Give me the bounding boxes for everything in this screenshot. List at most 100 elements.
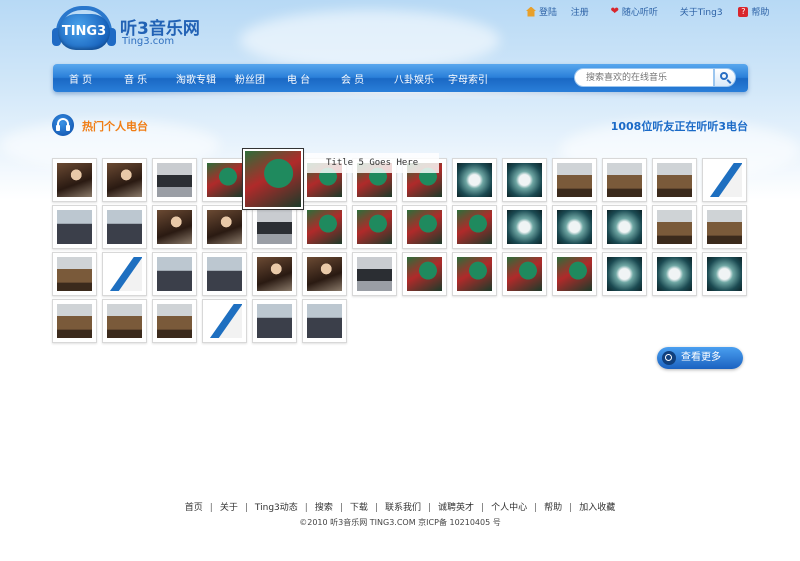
radio-thumbnail[interactable] <box>602 205 647 249</box>
radio-thumbnail[interactable] <box>202 252 247 296</box>
thumbnail-image-house <box>57 257 92 291</box>
radio-thumbnail[interactable] <box>552 205 597 249</box>
thumbnail-image-people <box>257 257 292 291</box>
footer-link[interactable]: 首页 <box>185 503 203 513</box>
footer-link[interactable]: 下载 <box>350 503 368 513</box>
thumbnail-image-flower <box>707 257 742 291</box>
radio-thumbnail[interactable] <box>152 158 197 202</box>
footer-link[interactable]: Ting3动态 <box>255 503 298 513</box>
radio-thumbnail[interactable] <box>502 205 547 249</box>
nav-gossip[interactable]: 八卦娱乐 <box>394 71 434 86</box>
footer-link[interactable]: 诚聘英才 <box>438 503 474 513</box>
thumbnail-image-people <box>207 210 242 244</box>
radio-thumbnail[interactable] <box>702 205 747 249</box>
thumbnail-image-house <box>657 163 692 197</box>
radio-thumbnail[interactable] <box>252 299 297 343</box>
radio-thumbnail[interactable] <box>302 252 347 296</box>
radio-thumbnail[interactable] <box>102 158 147 202</box>
thumbnail-image-people <box>307 257 342 291</box>
radio-thumbnail[interactable] <box>352 252 397 296</box>
thumbnail-tooltip: Title 5 Goes Here <box>302 153 439 173</box>
radio-thumbnail[interactable] <box>102 252 147 296</box>
view-more-label: 查看更多 <box>681 352 721 363</box>
radio-thumbnail[interactable] <box>152 205 197 249</box>
radio-thumbnail[interactable] <box>52 158 97 202</box>
radio-thumbnail[interactable] <box>352 205 397 249</box>
thumbnail-image-biz <box>307 304 342 338</box>
about-link[interactable]: 关于Ting3 <box>680 5 723 18</box>
radio-thumbnail[interactable] <box>202 299 247 343</box>
nav-member[interactable]: 会 员 <box>341 71 364 86</box>
thumbnail-image-house <box>57 304 92 338</box>
footer-link[interactable]: 加入收藏 <box>579 503 615 513</box>
radio-thumbnail[interactable] <box>452 252 497 296</box>
radio-thumbnail[interactable] <box>52 252 97 296</box>
thumbnail-image-flower <box>507 210 542 244</box>
radio-thumbnail[interactable] <box>602 158 647 202</box>
headphone-icon <box>52 114 74 136</box>
radio-thumbnail[interactable] <box>652 252 697 296</box>
nav-fans[interactable]: 粉丝团 <box>235 71 265 86</box>
radio-thumbnail[interactable] <box>52 205 97 249</box>
radio-thumbnail[interactable] <box>702 158 747 202</box>
footer-link[interactable]: 帮助 <box>544 503 562 513</box>
footer-link[interactable]: 联系我们 <box>385 503 421 513</box>
site-logo[interactable]: TING3 听3音乐网 Ting3.com <box>52 6 222 58</box>
footer-link[interactable]: 关于 <box>220 503 238 513</box>
help-icon: ? <box>738 6 749 17</box>
nav-radio[interactable]: 电 台 <box>287 71 310 86</box>
radio-thumbnail[interactable] <box>402 205 447 249</box>
thumbnail-image-bird <box>357 210 392 244</box>
thumbnail-image-biz <box>207 257 242 291</box>
radio-thumbnail[interactable] <box>452 205 497 249</box>
radio-thumbnail[interactable] <box>252 205 297 249</box>
radio-thumbnail[interactable] <box>652 158 697 202</box>
register-link[interactable]: 注册 <box>571 5 589 18</box>
home-icon <box>526 6 536 17</box>
login-link[interactable]: 登陆 <box>539 5 557 18</box>
radio-thumbnail[interactable] <box>152 299 197 343</box>
radio-thumbnail[interactable] <box>652 205 697 249</box>
heart-icon: ❤ <box>610 5 619 17</box>
radio-thumbnail[interactable] <box>552 158 597 202</box>
radio-thumbnail[interactable] <box>602 252 647 296</box>
radio-thumbnail[interactable] <box>102 205 147 249</box>
footer-link[interactable]: 个人中心 <box>491 503 527 513</box>
radio-thumbnail[interactable] <box>552 252 597 296</box>
thumbnail-image-biz <box>107 210 142 244</box>
radio-thumbnail[interactable] <box>302 205 347 249</box>
nav-alpha-index[interactable]: 字母索引 <box>448 71 488 86</box>
search-input[interactable] <box>574 68 714 87</box>
nav-albums[interactable]: 淘歌专辑 <box>176 71 216 86</box>
radio-thumbnail[interactable] <box>452 158 497 202</box>
site-url: Ting3.com <box>122 36 175 47</box>
radio-thumbnail[interactable] <box>302 299 347 343</box>
thumbnail-image-flower <box>457 163 492 197</box>
radio-thumbnail[interactable] <box>242 148 304 210</box>
thumbnail-image-bird <box>207 163 242 197</box>
nav-home[interactable]: 首 页 <box>69 71 92 86</box>
radio-thumbnail[interactable] <box>152 252 197 296</box>
thumbnail-image-brochure <box>707 163 742 197</box>
thumbnail-image-flower <box>657 257 692 291</box>
radio-thumbnail[interactable] <box>502 252 547 296</box>
random-listen-link[interactable]: 随心听听 <box>622 5 658 18</box>
radio-thumbnail[interactable] <box>202 205 247 249</box>
radio-thumbnail[interactable] <box>502 158 547 202</box>
thumbnail-image-flower <box>557 210 592 244</box>
nav-music[interactable]: 音 乐 <box>124 71 147 86</box>
radio-thumbnail[interactable] <box>102 299 147 343</box>
footer-link[interactable]: 搜索 <box>315 503 333 513</box>
help-link[interactable]: 帮助 <box>751 5 769 18</box>
radio-thumbnail[interactable] <box>402 252 447 296</box>
thumbnail-image-people <box>57 163 92 197</box>
radio-thumbnail[interactable] <box>702 252 747 296</box>
view-more-button[interactable]: 查看更多 <box>657 347 743 369</box>
radio-thumbnail[interactable] <box>52 299 97 343</box>
top-links: 登陆 注册 ❤ 随心听听 关于Ting3 ? 帮助 <box>526 5 769 19</box>
radio-thumbnail[interactable] <box>202 158 247 202</box>
main-nav: 首 页 音 乐 淘歌专辑 粉丝团 电 台 会 员 八卦娱乐 字母索引 <box>53 64 748 92</box>
radio-thumbnail[interactable] <box>252 252 297 296</box>
search-button[interactable] <box>714 68 736 87</box>
thumbnail-image-car <box>257 210 292 244</box>
